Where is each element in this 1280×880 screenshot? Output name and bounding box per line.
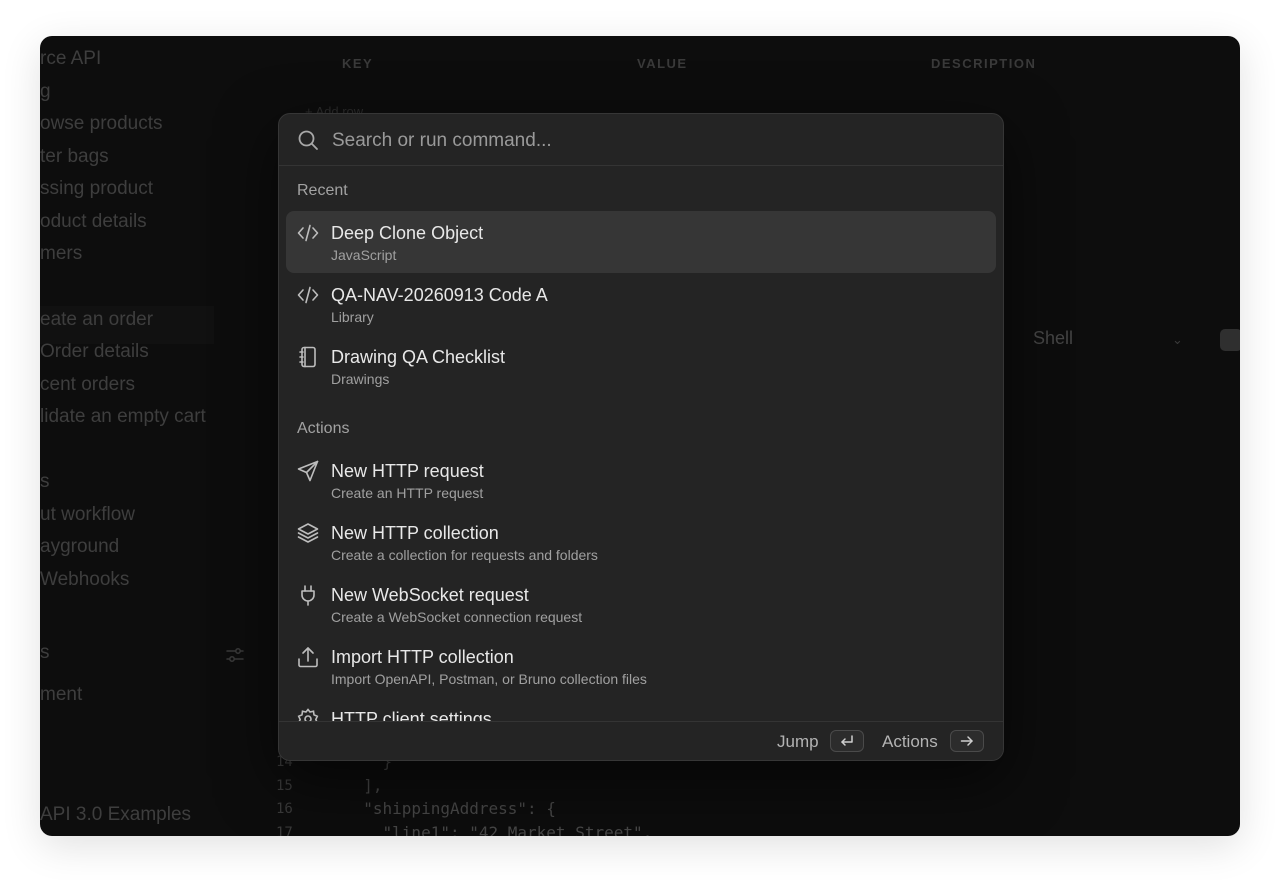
command-subtitle: Create an HTTP request — [331, 485, 484, 501]
command-title: New HTTP collection — [331, 523, 499, 543]
chevron-down-icon: ⌄ — [1172, 332, 1183, 347]
code-icon — [297, 224, 319, 242]
layers-icon — [297, 523, 319, 543]
section-label-recent: Recent — [297, 182, 348, 199]
command-subtitle: Library — [331, 309, 374, 325]
line-number: 15 — [276, 778, 293, 794]
return-icon — [841, 735, 853, 746]
line-number: 17 — [276, 825, 293, 836]
section-label-actions: Actions — [297, 420, 350, 437]
command-title: Deep Clone Object — [331, 223, 484, 243]
actions-label: Actions — [882, 732, 938, 751]
line-number: 16 — [276, 801, 293, 817]
plug-icon — [301, 585, 315, 606]
command-title: QA-NAV-20260913 Code A — [331, 285, 548, 305]
code-icon — [297, 286, 319, 304]
search-input[interactable] — [330, 125, 974, 157]
command-item-new-http-collection[interactable]: New HTTP collection Create a collection … — [286, 511, 996, 573]
search-icon — [298, 130, 318, 150]
sidebar-item[interactable]: g — [40, 76, 340, 108]
command-subtitle: Create a collection for requests and fol… — [331, 547, 598, 563]
palette-footer: Jump Actions — [279, 721, 1003, 760]
command-item-drawing-qa-checklist[interactable]: Drawing QA Checklist Drawings — [286, 335, 996, 397]
command-item-new-websocket-request[interactable]: New WebSocket request Create a WebSocket… — [286, 573, 996, 635]
app-window: rce API g owse products ter bags ssing p… — [40, 36, 1240, 836]
background-sidebar: rce API g owse products ter bags ssing p… — [40, 36, 300, 836]
command-title: New WebSocket request — [331, 585, 529, 605]
command-item-deep-clone-object[interactable]: Deep Clone Object JavaScript — [286, 211, 996, 273]
code-line: "line1": "42 Market Street", — [344, 823, 653, 836]
command-item-qa-nav-code[interactable]: QA-NAV-20260913 Code A Library — [286, 273, 996, 335]
command-subtitle: Import OpenAPI, Postman, or Bruno collec… — [331, 671, 647, 687]
filter-icon[interactable] — [226, 646, 244, 664]
arrow-right-icon — [960, 736, 973, 746]
code-line: ], — [344, 776, 383, 795]
command-subtitle: Create a WebSocket connection request — [331, 609, 583, 625]
code-line: "shippingAddress": { — [344, 799, 556, 818]
command-title: HTTP client settings — [331, 709, 492, 721]
command-item-http-client-settings[interactable]: HTTP client settings — [286, 697, 996, 721]
command-title: Drawing QA Checklist — [331, 347, 506, 367]
command-subtitle: Drawings — [331, 371, 390, 387]
gear-icon — [297, 708, 319, 721]
sidebar-item[interactable]: rce API — [40, 43, 340, 75]
enter-key-hint[interactable] — [830, 730, 864, 752]
upload-icon — [298, 647, 318, 668]
send-icon — [297, 460, 319, 482]
search-row — [279, 114, 1003, 166]
notebook-icon — [299, 346, 316, 368]
column-header-description: DESCRIPTION — [931, 56, 1037, 71]
shell-select[interactable]: Shell — [1033, 328, 1073, 349]
jump-label: Jump — [777, 732, 819, 751]
arrow-key-hint[interactable] — [950, 730, 984, 752]
command-palette: Recent Deep Clone Object JavaScript QA-N… — [278, 113, 1004, 761]
command-item-import-http-collection[interactable]: Import HTTP collection Import OpenAPI, P… — [286, 635, 996, 697]
command-list: Recent Deep Clone Object JavaScript QA-N… — [279, 166, 1003, 721]
command-item-new-http-request[interactable]: New HTTP request Create an HTTP request — [286, 449, 996, 511]
command-title: Import HTTP collection — [331, 647, 514, 667]
column-header-key: KEY — [342, 56, 374, 71]
command-title: New HTTP request — [331, 461, 484, 481]
checkbox[interactable] — [1220, 329, 1240, 351]
column-header-value: VALUE — [637, 56, 688, 71]
command-subtitle: JavaScript — [331, 247, 397, 263]
